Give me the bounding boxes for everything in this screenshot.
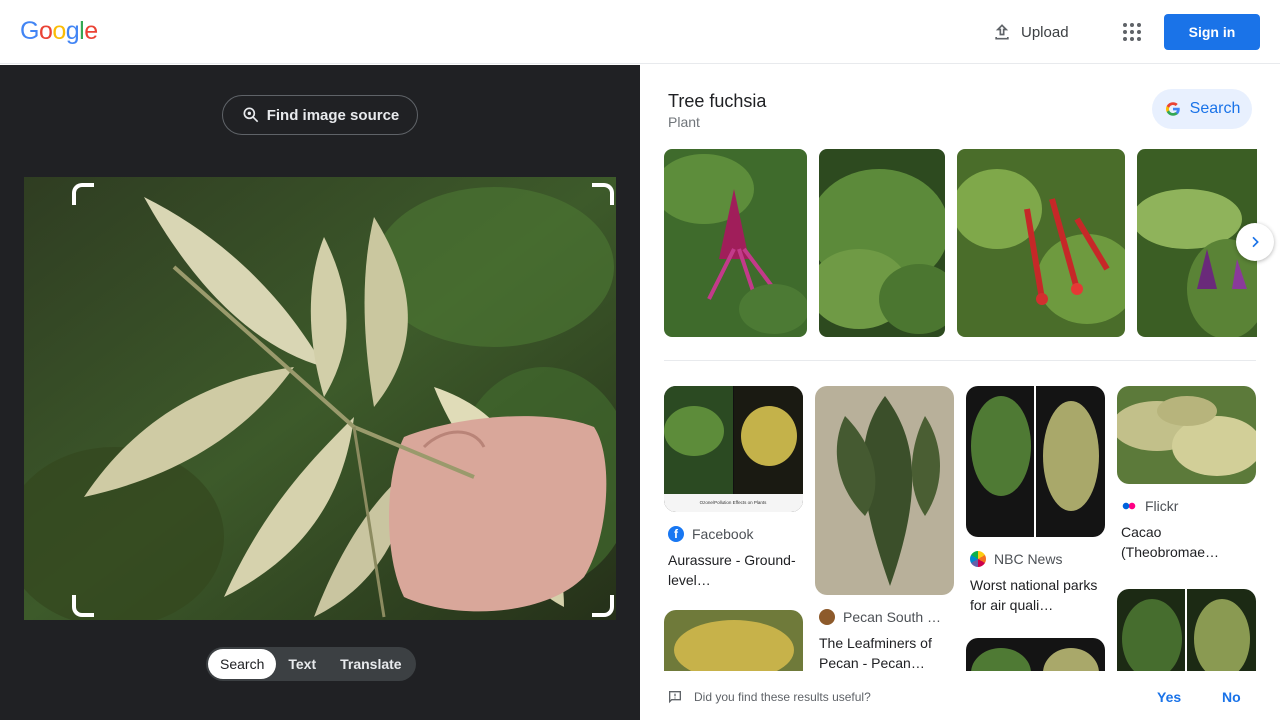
logo-letter: e xyxy=(84,17,98,45)
match-thumbnail[interactable] xyxy=(1117,386,1256,484)
sign-in-button[interactable]: Sign in xyxy=(1164,14,1260,50)
entity-image[interactable] xyxy=(957,149,1125,337)
tab-translate[interactable]: Translate xyxy=(328,649,413,679)
upload-icon xyxy=(995,24,1009,40)
entity-search-button[interactable]: Search xyxy=(1152,89,1252,129)
card-source: f Facebook xyxy=(664,526,803,542)
match-caption: Ozone/Pollution Effects on Plants xyxy=(700,500,767,505)
top-bar: Google Upload Sign in xyxy=(0,0,1280,64)
facebook-icon: f xyxy=(668,526,684,542)
visual-match-card[interactable]: Ozone/Pollution Effects on Plants f Face… xyxy=(664,386,803,590)
feedback-question: Did you find these results useful? xyxy=(694,690,871,704)
lens-image-panel: Find image source Search Text Translate xyxy=(0,65,640,720)
match-thumbnail[interactable] xyxy=(966,386,1105,537)
card-title[interactable]: Worst national parks for air quali… xyxy=(966,575,1105,615)
lens-search-icon xyxy=(243,107,258,123)
visual-match-card[interactable]: Pecan South … The Leafminers of Pecan - … xyxy=(815,386,954,673)
visual-match-card[interactable]: Flickr Cacao (Theobromae… xyxy=(1117,386,1256,562)
feedback-yes-button[interactable]: Yes xyxy=(1157,689,1181,705)
entity-type: Plant xyxy=(668,114,700,130)
card-title[interactable]: The Leafminers of Pecan - Pecan… xyxy=(815,633,954,673)
entity-title[interactable]: Tree fuchsia xyxy=(668,91,766,112)
chevron-right-icon xyxy=(1252,236,1259,248)
uploaded-leaf-photo[interactable] xyxy=(24,177,616,620)
source-name: NBC News xyxy=(994,551,1063,567)
nbc-icon xyxy=(970,551,986,567)
find-image-source-button[interactable]: Find image source xyxy=(222,95,418,135)
upload-button[interactable]: Upload xyxy=(992,20,1069,44)
flickr-icon xyxy=(1121,498,1137,514)
source-name: Flickr xyxy=(1145,498,1179,514)
apps-grid-icon[interactable] xyxy=(1120,20,1144,44)
next-images-button[interactable] xyxy=(1236,223,1274,261)
logo-letter: o xyxy=(38,17,53,45)
source-name: Pecan South … xyxy=(843,609,942,625)
tab-search[interactable]: Search xyxy=(208,649,277,679)
source-name: Facebook xyxy=(692,526,754,542)
match-thumbnail[interactable]: Ozone/Pollution Effects on Plants xyxy=(664,386,803,512)
logo-letter: o xyxy=(52,17,66,45)
feedback-no-button[interactable]: No xyxy=(1222,689,1241,705)
section-divider xyxy=(664,360,1256,361)
crop-handle-bottom-right[interactable] xyxy=(592,595,614,617)
card-title[interactable]: Aurassure - Ground-level… xyxy=(664,550,803,590)
google-logo[interactable]: Google xyxy=(20,17,98,46)
feedback-icon xyxy=(669,691,681,704)
entity-image[interactable] xyxy=(819,149,945,337)
find-source-label: Find image source xyxy=(266,106,400,124)
visual-match-card[interactable]: NBC News Worst national parks for air qu… xyxy=(966,386,1105,615)
feedback-bar: Did you find these results useful? Yes N… xyxy=(640,671,1280,720)
google-g-icon xyxy=(1165,102,1180,116)
card-source: NBC News xyxy=(966,551,1105,567)
lens-mode-tabs: Search Text Translate xyxy=(206,647,416,681)
crop-handle-bottom-left[interactable] xyxy=(72,595,94,617)
crop-handle-top-right[interactable] xyxy=(592,183,614,205)
logo-letter: g xyxy=(65,17,80,45)
match-thumbnail[interactable] xyxy=(815,386,954,595)
results-panel: Tree fuchsia Plant Search Ozone/Pollutio… xyxy=(640,65,1280,720)
crop-handle-top-left[interactable] xyxy=(72,183,94,205)
card-title[interactable]: Cacao (Theobromae… xyxy=(1117,522,1256,562)
entity-image[interactable] xyxy=(664,149,807,337)
entity-search-label: Search xyxy=(1189,100,1241,117)
tab-text[interactable]: Text xyxy=(276,649,328,679)
card-source: Pecan South … xyxy=(815,609,954,625)
pecan-south-icon xyxy=(819,609,835,625)
upload-label: Upload xyxy=(1021,23,1069,41)
card-source: Flickr xyxy=(1117,498,1256,514)
logo-letter: G xyxy=(20,17,39,45)
